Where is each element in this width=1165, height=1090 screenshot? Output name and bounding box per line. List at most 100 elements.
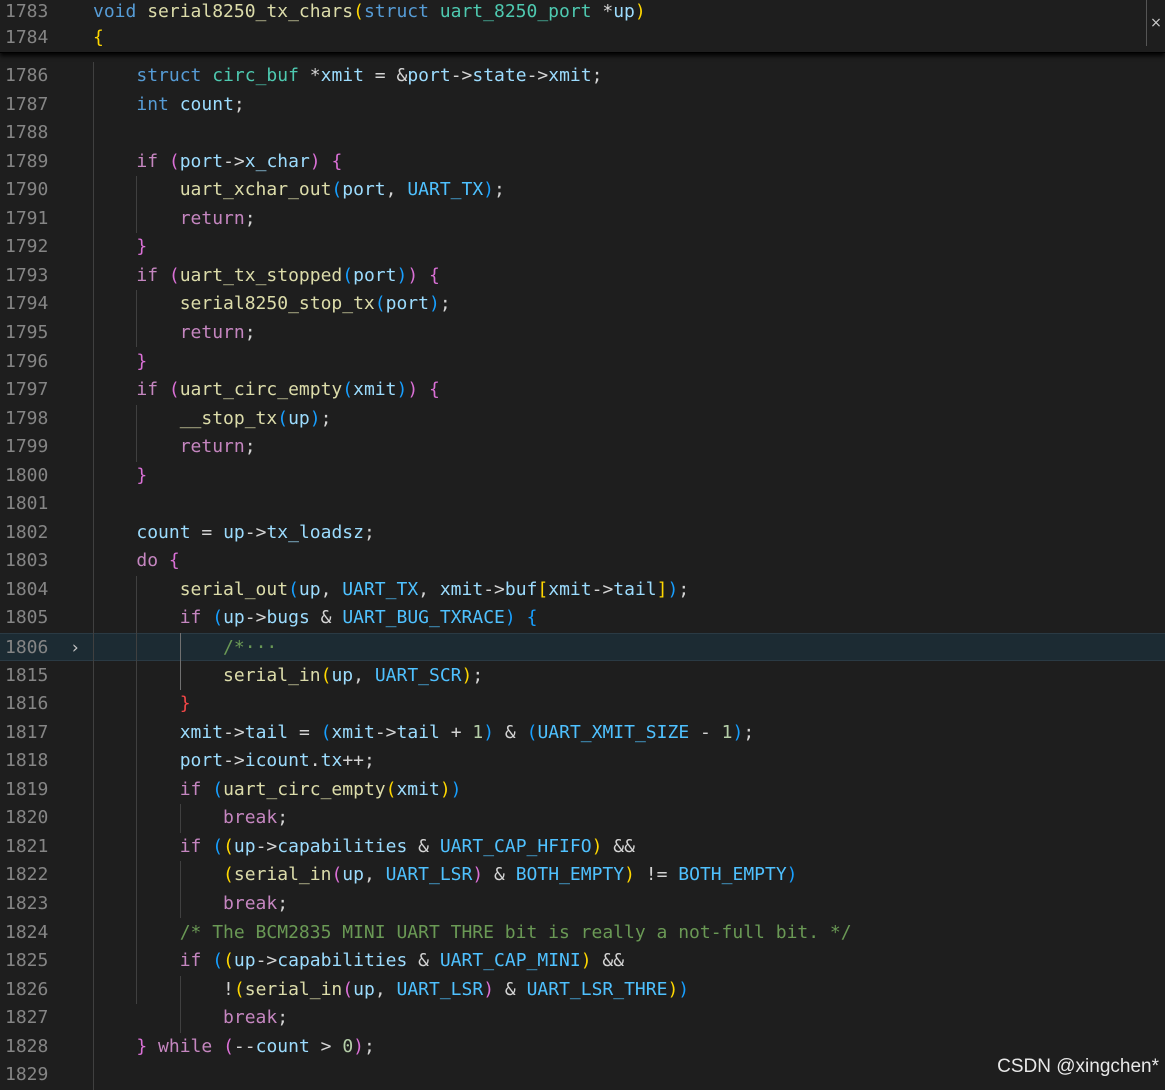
code-token: &	[407, 950, 440, 972]
code-token: circ_buf	[212, 65, 310, 86]
code-line[interactable]: 1829	[0, 1061, 1165, 1089]
code-line[interactable]: 1817 xmit->tail = (xmit->tail + 1) & (UA…	[0, 719, 1165, 747]
code-token: (	[212, 778, 224, 800]
code-text[interactable]: serial_out(up, UART_TX, xmit->buf[xmit->…	[93, 576, 689, 604]
code-line[interactable]: 1794 serial8250_stop_tx(port);	[0, 290, 1165, 318]
code-text[interactable]: if (uart_tx_stopped(port)) {	[93, 262, 440, 290]
code-text[interactable]: (serial_in(up, UART_LSR) & BOTH_EMPTY) !…	[93, 861, 797, 889]
code-line[interactable]: 1790 uart_xchar_out(port, UART_TX);	[0, 176, 1165, 204]
code-token: UART_BUG_TXRACE	[342, 607, 505, 629]
code-text[interactable]: count = up->tx_loadsz;	[93, 519, 374, 547]
code-text[interactable]: !(serial_in(up, UART_LSR) & UART_LSR_THR…	[93, 976, 689, 1004]
code-line[interactable]: 1818 port->icount.tx++;	[0, 747, 1165, 775]
code-line[interactable]: 1783 void serial8250_tx_chars(struct uart…	[0, 0, 1165, 26]
code-token: /* The BCM2835 MINI UART THRE bit is rea…	[179, 921, 852, 943]
line-number: 1817	[5, 721, 49, 743]
code-line[interactable]: 1789 if (port->x_char) {	[0, 148, 1165, 176]
code-line[interactable]: 1795 return;	[0, 319, 1165, 347]
code-text[interactable]: return;	[93, 319, 256, 347]
code-line[interactable]: 1824 /* The BCM2835 MINI UART THRE bit i…	[0, 919, 1165, 947]
code-text[interactable]: if (port->x_char) {	[93, 148, 342, 176]
code-line[interactable]: 1828 } while (--count > 0);	[0, 1033, 1165, 1061]
code-text[interactable]: }	[93, 348, 147, 376]
code-line[interactable]: 1803 do {	[0, 547, 1165, 575]
code-line[interactable]: 1819 if (uart_circ_empty(xmit))	[0, 776, 1165, 804]
code-text[interactable]: void serial8250_tx_chars(struct uart_825…	[93, 0, 646, 26]
code-line[interactable]: 1799 return;	[0, 433, 1165, 461]
code-line[interactable]: 1784 {	[0, 24, 1165, 52]
code-token: ->	[223, 721, 245, 743]
code-text[interactable]: if ((up->capabilities & UART_CAP_HFIFO) …	[93, 833, 635, 861]
code-line[interactable]: 1802 count = up->tx_loadsz;	[0, 519, 1165, 547]
code-text[interactable]: serial_in(up, UART_SCR);	[93, 662, 483, 690]
code-text[interactable]: }	[93, 690, 191, 718]
code-text[interactable]: return;	[93, 205, 256, 233]
code-text[interactable]: /*···	[93, 634, 277, 662]
code-token: count	[136, 521, 191, 543]
code-token: )	[483, 978, 495, 1000]
code-text[interactable]: if (uart_circ_empty(xmit)) {	[93, 376, 440, 404]
code-text[interactable]: if ((up->capabilities & UART_CAP_MINI) &…	[93, 947, 624, 975]
code-text[interactable]: return;	[93, 433, 256, 461]
code-text[interactable]: }	[93, 233, 147, 261]
code-token: ->	[244, 607, 267, 629]
line-number: 1788	[5, 122, 49, 144]
code-line[interactable]: 1806 › /*···	[0, 633, 1165, 661]
code-text[interactable]: if (up->bugs & UART_BUG_TXRACE) {	[93, 604, 538, 632]
code-line[interactable]: 1821 if ((up->capabilities & UART_CAP_HF…	[0, 833, 1165, 861]
code-line[interactable]: 1788	[0, 119, 1165, 147]
code-token: )	[483, 721, 495, 743]
code-token: struct	[136, 65, 213, 86]
code-line[interactable]: 1791 return;	[0, 205, 1165, 233]
code-line[interactable]: 1823 break;	[0, 890, 1165, 918]
code-editor[interactable]: 1783 void serial8250_tx_chars(struct uart…	[0, 0, 1165, 1090]
line-number: 1799	[5, 436, 49, 458]
code-line[interactable]: 1826 !(serial_in(up, UART_LSR) & UART_LS…	[0, 976, 1165, 1004]
code-text[interactable]: int count;	[93, 91, 244, 119]
indent-guide	[136, 176, 138, 234]
code-token: up	[223, 521, 245, 543]
code-text[interactable]: } while (--count > 0);	[93, 1033, 374, 1061]
code-text[interactable]: struct circ_buf *xmit = &port->state->xm…	[93, 62, 602, 90]
code-text[interactable]: uart_xchar_out(port, UART_TX);	[93, 176, 505, 204]
code-line[interactable]: 1792 }	[0, 233, 1165, 261]
fold-chevron-icon[interactable]: ›	[70, 634, 80, 662]
code-line[interactable]: 1820 break;	[0, 804, 1165, 832]
code-text[interactable]: port->icount.tx++;	[93, 747, 375, 775]
code-text[interactable]: {	[93, 24, 104, 52]
code-text[interactable]: break;	[93, 1004, 288, 1032]
code-line[interactable]: 1805 if (up->bugs & UART_BUG_TXRACE) {	[0, 604, 1165, 632]
code-text[interactable]: /* The BCM2835 MINI UART THRE bit is rea…	[93, 919, 852, 947]
code-token: serial_in	[244, 978, 343, 1000]
code-text[interactable]: __stop_tx(up);	[93, 405, 332, 433]
code-line[interactable]: 1816 }	[0, 690, 1165, 718]
code-text[interactable]: if (uart_circ_empty(xmit))	[93, 776, 462, 804]
code-text[interactable]: xmit->tail = (xmit->tail + 1) & (UART_XM…	[93, 719, 755, 747]
code-line[interactable]: 1786 struct circ_buf *xmit = &port->stat…	[0, 62, 1165, 90]
code-line[interactable]: 1798 __stop_tx(up);	[0, 405, 1165, 433]
code-line[interactable]: 1815 serial_in(up, UART_SCR);	[0, 662, 1165, 690]
code-text[interactable]: serial8250_stop_tx(port);	[93, 290, 451, 318]
sticky-scroll-header[interactable]: 1783 void serial8250_tx_chars(struct uart…	[0, 0, 1165, 53]
code-token: tail	[244, 721, 289, 743]
code-line[interactable]: 1822 (serial_in(up, UART_LSR) & BOTH_EMP…	[0, 861, 1165, 889]
code-token: xmit	[548, 65, 592, 86]
code-line[interactable]: 1797 if (uart_circ_empty(xmit)) {	[0, 376, 1165, 404]
code-line[interactable]: 1796 }	[0, 348, 1165, 376]
code-line[interactable]: 1801	[0, 490, 1165, 518]
code-text[interactable]: break;	[93, 890, 288, 918]
code-line[interactable]: 1787 int count;	[0, 91, 1165, 119]
code-line[interactable]: 1804 serial_out(up, UART_TX, xmit->buf[x…	[0, 576, 1165, 604]
code-text[interactable]: do {	[93, 547, 179, 575]
code-line[interactable]: 1825 if ((up->capabilities & UART_CAP_MI…	[0, 947, 1165, 975]
code-text[interactable]: }	[93, 462, 147, 490]
code-line[interactable]: 1800 }	[0, 462, 1165, 490]
line-number: 1800	[5, 464, 49, 486]
code-line[interactable]: 1827 break;	[0, 1004, 1165, 1032]
code-line[interactable]: 1793 if (uart_tx_stopped(port)) {	[0, 262, 1165, 290]
close-icon[interactable]: ×	[1146, 0, 1165, 46]
code-text[interactable]: break;	[93, 804, 288, 832]
